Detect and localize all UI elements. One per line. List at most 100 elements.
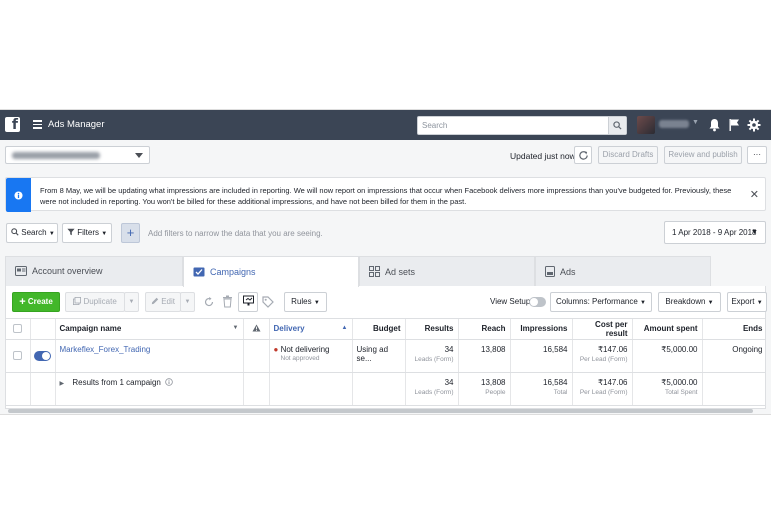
chevron-down-icon[interactable]: ▼ [233,325,239,331]
search-icon[interactable] [608,117,626,134]
flag-icon[interactable] [728,118,742,132]
column-header-reach[interactable]: Reach [458,319,511,340]
column-header-results[interactable]: Results [405,319,459,340]
chevron-down-icon: ▼ [48,231,55,237]
column-header-ends[interactable]: Ends [702,319,765,340]
export-chart-button[interactable] [238,292,258,312]
toggle-knob [41,351,50,360]
chevron-down-icon: ▼ [128,299,135,305]
export-button[interactable]: Export ▼ [727,292,767,312]
columns-selector[interactable]: Columns: Performance ▼ [550,292,652,312]
view-setup-toggle[interactable] [529,297,546,307]
add-filter-button[interactable]: + [121,223,140,243]
table-row[interactable]: Markeflex_Forex_Trading ● Not delivering… [6,339,765,373]
edit-dropdown[interactable]: ▼ [180,292,195,312]
search-input[interactable] [418,117,604,134]
column-header-impressions[interactable]: Impressions [510,319,573,340]
sort-ascending-icon[interactable]: ▲ [342,325,348,331]
cost-value: ₹147.06 [597,344,628,354]
edit-button[interactable]: Edit [145,292,181,312]
column-header-budget[interactable]: Budget [352,319,406,340]
avatar[interactable] [637,116,655,134]
summary-results-value: 34 [444,377,454,387]
column-header-campaign-name[interactable]: Campaign name ▼ [55,319,244,340]
reach-value: 13,808 [481,344,506,354]
search-field[interactable] [417,116,627,135]
date-range-picker[interactable]: 1 Apr 2018 - 9 Apr 2018 ▼ [664,221,766,244]
chevron-right-icon[interactable]: ▶ [60,381,65,387]
more-options-button[interactable]: ··· [747,146,767,164]
campaign-name-cell[interactable]: Markeflex_Forex_Trading [55,339,244,373]
column-header-delivery[interactable]: Delivery ▲ [269,319,353,340]
duplicate-dropdown[interactable]: ▼ [124,292,139,312]
notice-banner: From 8 May, we will be updating what imp… [5,177,766,212]
pencil-icon [151,297,159,305]
summary-results-cell: 34 Leads (Form) [405,372,459,406]
ad-account-selector[interactable] [5,146,150,164]
bell-icon[interactable] [708,118,722,132]
tab-label: Account overview [32,266,103,276]
ab-test-icon[interactable] [203,296,215,310]
delivery-status: Not delivering [280,344,330,354]
column-label: Impressions [520,324,568,334]
campaign-on-off-toggle[interactable] [33,350,51,361]
tab-ads[interactable]: Ads [535,256,711,286]
facebook-logo-icon[interactable]: f [5,117,20,133]
summary-spent-value: ₹5,000.00 [661,377,698,387]
plus-icon: + [19,296,26,308]
column-header-cost-per-result[interactable]: Cost per result [572,319,633,340]
tag-icon[interactable] [262,296,274,310]
duplicate-button[interactable]: Duplicate [65,292,125,312]
row-select-cell[interactable] [6,339,31,373]
tab-label: Campaigns [210,266,256,277]
campaign-name-link[interactable]: Markeflex_Forex_Trading [60,345,151,354]
close-icon[interactable]: ✕ [750,188,759,201]
delivery-substatus: Not approved [280,354,320,362]
gear-icon[interactable] [747,118,761,132]
tab-ad-sets[interactable]: Ad sets [359,256,535,286]
menu-icon[interactable] [33,120,42,129]
impressions-value: 16,584 [543,344,568,354]
campaign-toggle-cell[interactable] [30,339,56,373]
info-icon[interactable] [165,377,173,386]
horizontal-scrollbar[interactable] [8,409,753,413]
search-icon [11,228,19,236]
delete-icon[interactable] [222,295,233,310]
chevron-down-icon: ▼ [707,300,714,306]
column-label: Delivery [273,324,305,334]
column-label: Campaign name [59,324,122,334]
warning-column-header [243,319,270,340]
summary-warning-cell [243,372,270,406]
summary-label-cell[interactable]: ▶ Results from 1 campaign [55,372,244,406]
summary-reach-cell: 13,808 People [458,372,511,406]
chevron-down-icon[interactable]: ▼ [692,119,699,126]
chevron-down-icon: ▼ [184,299,191,305]
row-checkbox[interactable] [13,351,23,360]
column-label: Ends [742,324,763,334]
search-filter-button[interactable]: Search ▼ [6,223,58,243]
tab-account-overview[interactable]: Account overview [5,256,183,286]
rules-button[interactable]: Rules ▼ [284,292,327,312]
filters-button[interactable]: Filters ▼ [62,223,112,243]
tab-campaigns[interactable]: Campaigns [183,256,359,287]
select-all-cell[interactable] [6,319,31,340]
ends-value: Ongoing [732,344,763,354]
discard-drafts-button[interactable]: Discard Drafts [598,146,658,164]
cost-subtext: Per Lead (Form) [579,355,628,363]
select-all-checkbox[interactable] [13,324,23,334]
column-header-amount-spent[interactable]: Amount spent [632,319,703,340]
create-button[interactable]: + Create [12,292,60,312]
summary-cost-cell: ₹147.06 Per Lead (Form) [572,372,633,406]
summary-toggle-cell [30,372,56,406]
breakdown-label: Breakdown [665,297,706,306]
results-cell: 34 Leads (Form) [405,339,459,373]
duplicate-label: Duplicate [83,297,117,306]
filter-icon [67,228,75,236]
amount-spent-cell: ₹5,000.00 [632,339,703,373]
user-name-blurred[interactable] [659,120,689,128]
refresh-button[interactable] [574,146,592,164]
breakdown-button[interactable]: Breakdown ▼ [658,292,721,312]
rules-label: Rules [291,297,312,306]
column-label: Amount spent [643,324,698,334]
review-and-publish-button[interactable]: Review and publish [664,146,742,164]
